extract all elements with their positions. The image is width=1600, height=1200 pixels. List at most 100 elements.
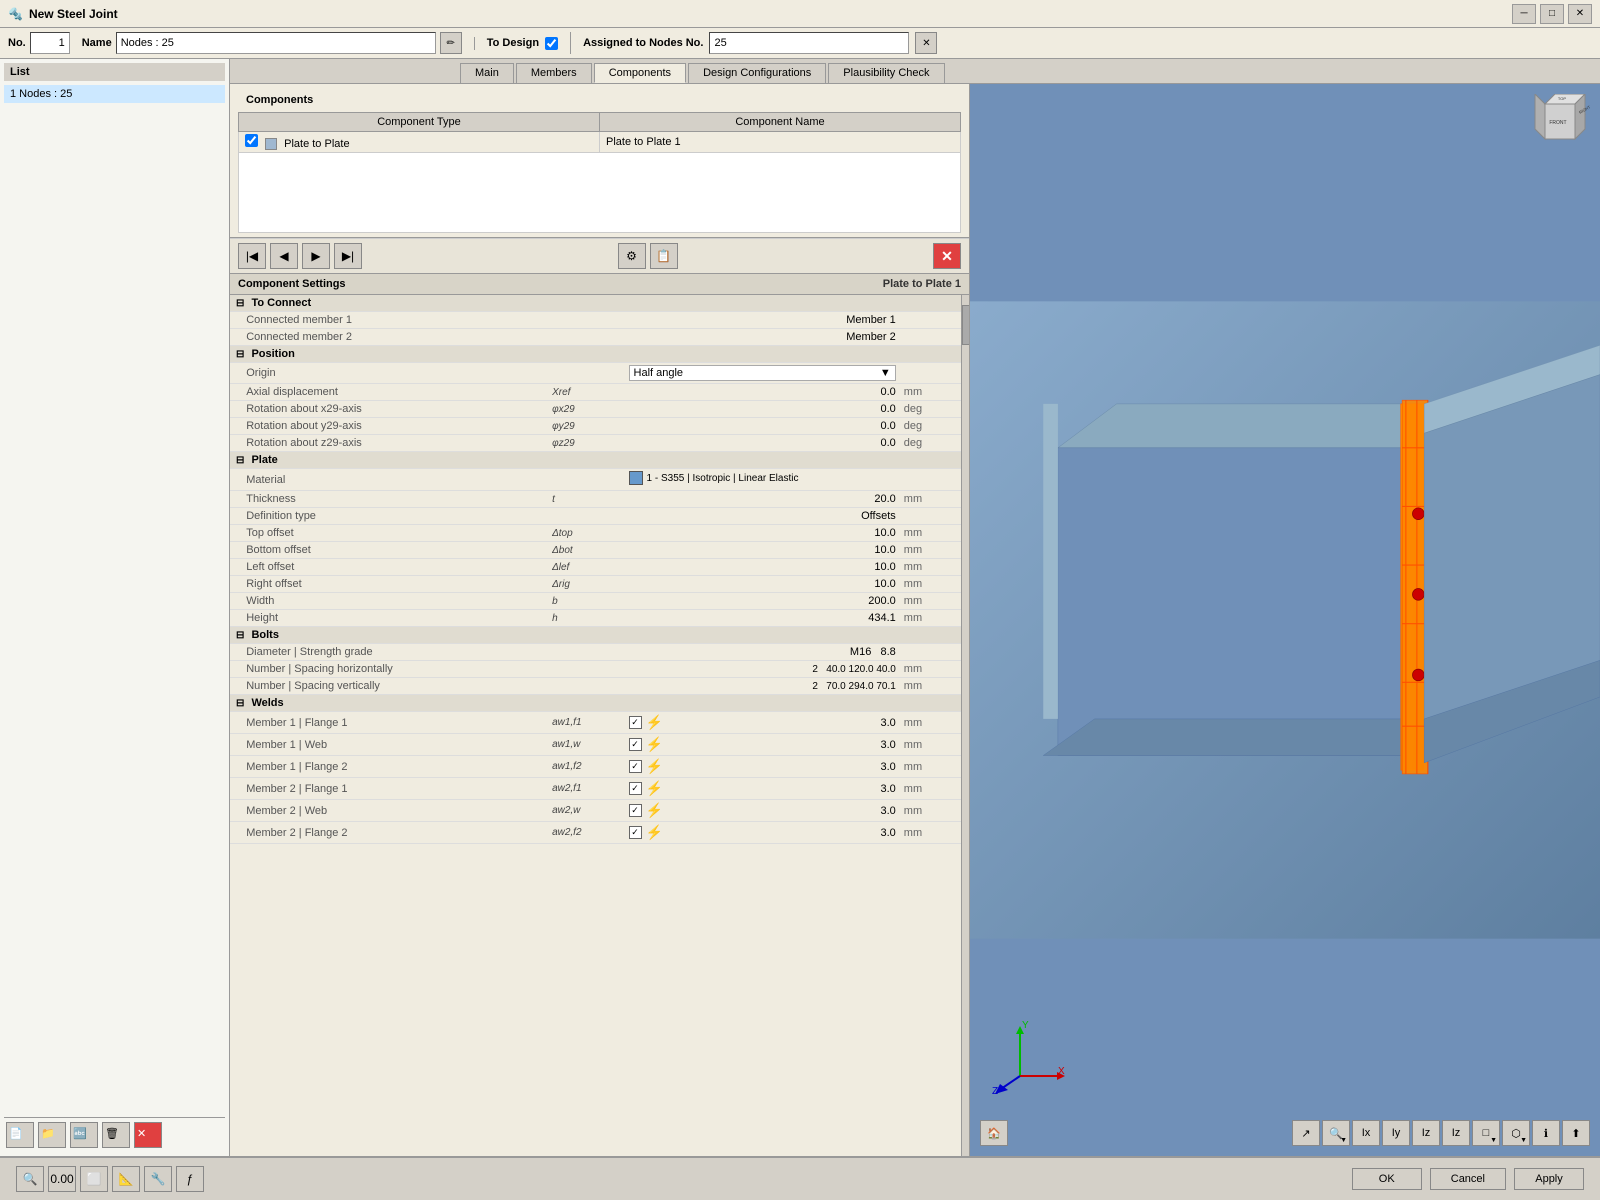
viewport-zoom-button[interactable]: 🔍▼ bbox=[1322, 1120, 1350, 1146]
title-bar: 🔩 New Steel Joint ─ □ ✕ bbox=[0, 0, 1600, 28]
component-checkbox[interactable] bbox=[245, 134, 258, 147]
settings-tool-button[interactable]: 🔧 bbox=[144, 1166, 172, 1192]
prop-height: Height h 434.1 mm bbox=[230, 610, 961, 627]
material-selector[interactable]: 1 - S355 | Isotropic | Linear Elastic bbox=[629, 471, 799, 485]
component-toolbar: |◀ ◀ ▶ ▶| ⚙ 📋 ✕ bbox=[230, 238, 969, 274]
cancel-button[interactable]: Cancel bbox=[1430, 1168, 1506, 1190]
prop-connected-member-2: Connected member 2 Member 2 bbox=[230, 329, 961, 346]
prop-weld-m1-web: Member 1 | Web aw1,w ✓ ⚡ 3.0 mm bbox=[230, 734, 961, 756]
sidebar-delete-button[interactable]: 🗑 bbox=[102, 1122, 130, 1148]
decimal-button[interactable]: 0.00 bbox=[48, 1166, 76, 1192]
maximize-button[interactable]: □ bbox=[1540, 4, 1564, 24]
dimension-button[interactable]: 📐 bbox=[112, 1166, 140, 1192]
viewport-export-button[interactable]: ⬆ bbox=[1562, 1120, 1590, 1146]
to-design-label: To Design bbox=[487, 37, 539, 49]
select-button[interactable]: ⬜ bbox=[80, 1166, 108, 1192]
copy-button[interactable]: 📋 bbox=[650, 243, 678, 269]
components-table: Component Type Component Name Plate t bbox=[238, 112, 961, 153]
toggle-plate[interactable]: ⊟ bbox=[236, 455, 244, 466]
weld-check-m2w[interactable]: ✓ bbox=[629, 804, 642, 817]
toggle-bolts[interactable]: ⊟ bbox=[236, 630, 244, 641]
to-design-checkbox[interactable] bbox=[545, 37, 558, 50]
viewport-select-button[interactable]: ↗ bbox=[1292, 1120, 1320, 1146]
toggle-to-connect[interactable]: ⊟ bbox=[236, 298, 244, 309]
apply-button[interactable]: Apply bbox=[1514, 1168, 1584, 1190]
assigned-input[interactable] bbox=[709, 32, 909, 54]
name-group: Name ✏ bbox=[82, 32, 462, 54]
viewport-info-button[interactable]: ℹ bbox=[1532, 1120, 1560, 1146]
axis-indicator: Y X Z bbox=[990, 1016, 1070, 1096]
no-input[interactable] bbox=[30, 32, 70, 54]
first-button[interactable]: |◀ bbox=[238, 243, 266, 269]
prop-definition-type: Definition type Offsets bbox=[230, 508, 961, 525]
settings-button[interactable]: ⚙ bbox=[618, 243, 646, 269]
no-label: No. bbox=[8, 37, 26, 49]
prop-grid-wrap: ⊟ To Connect Connected member 1 Member 1 bbox=[230, 295, 969, 1156]
component-row[interactable]: Plate to Plate Plate to Plate 1 bbox=[239, 132, 961, 153]
weld-check-m2f1[interactable]: ✓ bbox=[629, 782, 642, 795]
tabs: Main Members Components Design Configura… bbox=[230, 59, 1600, 84]
weld-icon-m2f1: ⚡ bbox=[646, 780, 663, 797]
name-input[interactable] bbox=[116, 32, 436, 54]
prop-bolt-spacing-h: Number | Spacing horizontally 2 40.0 120… bbox=[230, 661, 961, 678]
components-empty-area bbox=[238, 153, 961, 233]
prop-bolt-spacing-v: Number | Spacing vertically 2 70.0 294.0… bbox=[230, 678, 961, 695]
close-button[interactable]: ✕ bbox=[1568, 4, 1592, 24]
weld-check-m1f2[interactable]: ✓ bbox=[629, 760, 642, 773]
sidebar-close-button[interactable]: ✕ bbox=[134, 1122, 162, 1148]
scrollbar[interactable] bbox=[961, 295, 969, 1156]
nav-cube[interactable]: FRONT RIGHT TOP bbox=[1530, 94, 1590, 154]
prev-button[interactable]: ◀ bbox=[270, 243, 298, 269]
svg-text:Z: Z bbox=[992, 1086, 998, 1096]
next-button[interactable]: ▶ bbox=[302, 243, 330, 269]
sidebar-open-button[interactable]: 📁 bbox=[38, 1122, 66, 1148]
sidebar-new-button[interactable]: 📄 bbox=[6, 1122, 34, 1148]
delete-button[interactable]: ✕ bbox=[933, 243, 961, 269]
viewport-home-button[interactable]: 🏠 bbox=[980, 1120, 1008, 1146]
sidebar-rename-button[interactable]: 🔤 bbox=[70, 1122, 98, 1148]
app-icon: 🔩 bbox=[8, 7, 23, 21]
viewport-rotate-z-button[interactable]: Iz bbox=[1442, 1120, 1470, 1146]
scroll-thumb[interactable] bbox=[962, 305, 969, 345]
viewport-pan-z-button[interactable]: Iz bbox=[1412, 1120, 1440, 1146]
viewport-display-button[interactable]: □▼ bbox=[1472, 1120, 1500, 1146]
viewport-pan-y-button[interactable]: Iy bbox=[1382, 1120, 1410, 1146]
weld-check-m1f1[interactable]: ✓ bbox=[629, 716, 642, 729]
weld-check-m1w[interactable]: ✓ bbox=[629, 738, 642, 751]
toggle-welds[interactable]: ⊟ bbox=[236, 698, 244, 709]
prop-axial-displacement: Axial displacement Xref 0.0 mm bbox=[230, 384, 961, 401]
tab-design-config[interactable]: Design Configurations bbox=[688, 63, 826, 83]
function-button[interactable]: ƒ bbox=[176, 1166, 204, 1192]
tab-plausibility[interactable]: Plausibility Check bbox=[828, 63, 944, 83]
weld-check-m2f2[interactable]: ✓ bbox=[629, 826, 642, 839]
svg-text:FRONT: FRONT bbox=[1549, 120, 1566, 126]
section-position: ⊟ Position bbox=[230, 346, 961, 363]
prop-weld-m2-f1: Member 2 | Flange 1 aw2,f1 ✓ ⚡ 3.0 mm bbox=[230, 778, 961, 800]
minimize-button[interactable]: ─ bbox=[1512, 4, 1536, 24]
weld-icon-m1w: ⚡ bbox=[646, 736, 663, 753]
tab-components[interactable]: Components bbox=[594, 63, 686, 83]
settings-header-label: Component Settings bbox=[238, 278, 346, 290]
last-button[interactable]: ▶| bbox=[334, 243, 362, 269]
prop-weld-m2-f2: Member 2 | Flange 2 aw2,f2 ✓ ⚡ 3.0 mm bbox=[230, 822, 961, 844]
assigned-action-button[interactable]: ✕ bbox=[915, 32, 937, 54]
sidebar: List 1 Nodes : 25 📄 📁 🔤 🗑 ✕ bbox=[0, 59, 230, 1156]
sidebar-footer: 📄 📁 🔤 🗑 ✕ bbox=[4, 1117, 225, 1152]
viewport-pan-x-button[interactable]: Ix bbox=[1352, 1120, 1380, 1146]
prop-table-container: ⊟ To Connect Connected member 1 Member 1 bbox=[230, 295, 961, 1156]
assigned-section: Assigned to Nodes No. ✕ bbox=[570, 32, 1592, 54]
tab-members[interactable]: Members bbox=[516, 63, 592, 83]
section-welds: ⊟ Welds bbox=[230, 695, 961, 712]
settings-header: Component Settings Plate to Plate 1 bbox=[230, 274, 969, 295]
weld-icon-m1f2: ⚡ bbox=[646, 758, 663, 775]
material-color-indicator bbox=[629, 471, 643, 485]
prop-rotation-z29: Rotation about z29-axis φz29 0.0 deg bbox=[230, 435, 961, 452]
search-button[interactable]: 🔍 bbox=[16, 1166, 44, 1192]
ok-button[interactable]: OK bbox=[1352, 1168, 1422, 1190]
origin-dropdown[interactable]: Half angle ▼ bbox=[629, 365, 896, 381]
tab-main[interactable]: Main bbox=[460, 63, 514, 83]
viewport-render-button[interactable]: ⬡▼ bbox=[1502, 1120, 1530, 1146]
sidebar-item-nodes[interactable]: 1 Nodes : 25 bbox=[4, 85, 225, 103]
toggle-position[interactable]: ⊟ bbox=[236, 349, 244, 360]
edit-name-button[interactable]: ✏ bbox=[440, 32, 462, 54]
